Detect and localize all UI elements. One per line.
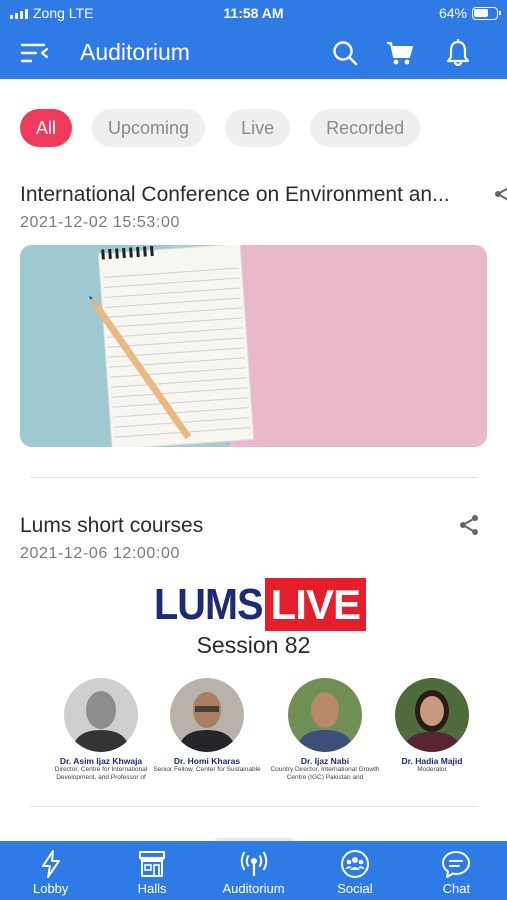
speaker-role: Moderator xyxy=(417,766,447,773)
session-label: Session 82 xyxy=(196,632,311,658)
nav-label: Chat xyxy=(442,881,471,896)
app-bar: Auditorium xyxy=(0,30,507,76)
divider xyxy=(30,806,478,807)
event-thumbnail[interactable] xyxy=(20,245,487,447)
speaker-role: Director, Centre for International Devel… xyxy=(54,766,148,780)
speaker-card: Dr. Asim Ijaz Khwaja Director, Centre fo… xyxy=(46,678,156,780)
nav-item-auditorium[interactable]: Auditorium xyxy=(203,841,304,900)
nav-item-halls[interactable]: Halls xyxy=(101,841,202,900)
nav-label: Lobby xyxy=(32,881,69,896)
lightning-icon xyxy=(41,850,60,878)
nav-item-social[interactable]: Social xyxy=(304,841,405,900)
speaker-photo xyxy=(288,678,362,752)
nav-item-lobby[interactable]: Lobby xyxy=(0,841,101,900)
filter-chip-recorded[interactable]: Recorded xyxy=(310,109,421,147)
live-logo-text: LIVE xyxy=(264,578,367,631)
nav-label: Social xyxy=(337,881,373,896)
speaker-role: Country Director, International Growth C… xyxy=(270,766,380,780)
people-icon xyxy=(340,850,369,878)
speaker-photo xyxy=(170,678,244,752)
filter-chip-upcoming[interactable]: Upcoming xyxy=(92,109,206,147)
speaker-name: Dr. Asim Ijaz Khwaja xyxy=(59,756,143,766)
speaker-photo xyxy=(64,678,138,752)
speaker-card: Dr. Ijaz Nabi Country Director, Internat… xyxy=(270,678,380,780)
battery-percent: 64% xyxy=(438,5,467,21)
nav-item-chat[interactable]: Chat xyxy=(406,841,507,900)
broadcast-icon xyxy=(240,851,267,876)
nav-label: Halls xyxy=(137,881,167,896)
event-title[interactable]: International Conference on Environment … xyxy=(20,183,485,207)
menu-back-icon[interactable] xyxy=(20,42,50,64)
speaker-name: Dr. Homi Kharas xyxy=(173,756,241,766)
search-icon[interactable] xyxy=(332,40,358,66)
status-bar: Zong LTE 11:58 AM 64% xyxy=(0,0,507,28)
lums-logo-text: LUMS xyxy=(154,580,263,629)
share-icon[interactable] xyxy=(457,513,481,537)
status-time: 11:58 AM xyxy=(223,5,284,21)
speaker-card: Dr. Hadia Majid Moderator xyxy=(377,678,487,780)
divider xyxy=(30,477,478,478)
battery-icon xyxy=(472,7,501,20)
event-date: 2021-12-02 15:53:00 xyxy=(20,214,180,231)
speaker-card: Dr. Homi Kharas Senior Fellow, Center fo… xyxy=(152,678,262,780)
filter-chip-all[interactable]: All xyxy=(20,109,73,147)
page-title: Auditorium xyxy=(80,39,190,65)
speaker-photo xyxy=(395,678,469,752)
filter-chip-live[interactable]: Live xyxy=(225,109,291,147)
event-thumbnail[interactable]: LUMS LIVE Session 82 Dr. Asim Ijaz Khwaj… xyxy=(20,570,487,780)
bottom-nav: Lobby Halls Auditorium Social Chat xyxy=(0,841,507,900)
speaker-role: Senior Fellow, Center for Sustainable xyxy=(153,766,261,773)
cart-icon[interactable] xyxy=(386,40,414,66)
share-icon[interactable] xyxy=(492,182,507,206)
nav-label: Auditorium xyxy=(222,881,285,896)
lums-live-logo: LUMS LIVE xyxy=(154,578,367,631)
app-header: Zong LTE 11:58 AM 64% Auditorium xyxy=(0,0,507,79)
event-title[interactable]: Lums short courses xyxy=(20,514,460,538)
notebook-image xyxy=(20,245,487,447)
speaker-name: Dr. Ijaz Nabi xyxy=(300,756,350,766)
event-date: 2021-12-06 12:00:00 xyxy=(20,545,180,562)
bell-icon[interactable] xyxy=(445,39,471,67)
filter-chips: All Upcoming Live Recorded xyxy=(20,109,421,147)
speaker-name: Dr. Hadia Majid xyxy=(401,756,463,766)
chat-bubble-icon xyxy=(442,851,471,878)
storefront-icon xyxy=(139,851,166,877)
